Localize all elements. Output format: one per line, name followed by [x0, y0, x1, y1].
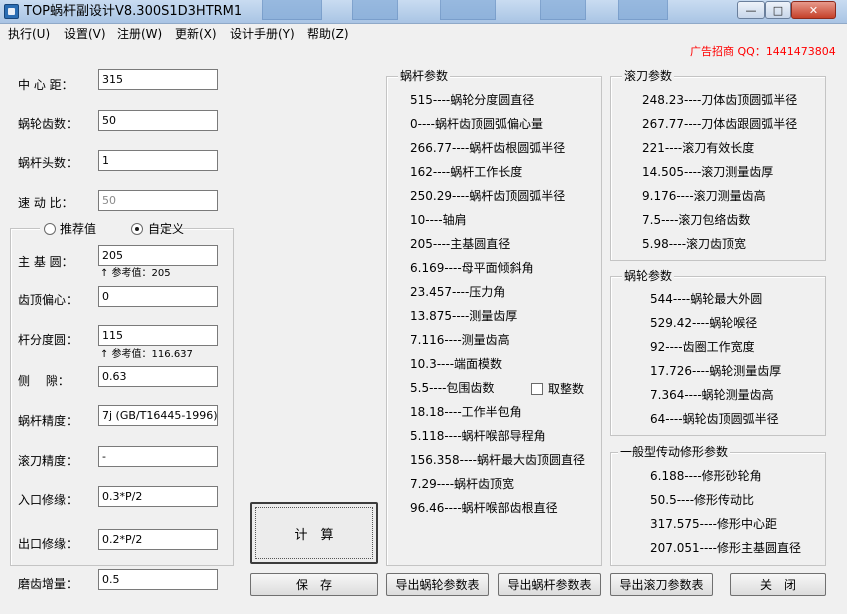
param-row: 248.23----刀体齿顶圆弧半径 — [642, 93, 798, 107]
worm-precision-label: 蜗杆精度： — [18, 414, 79, 428]
param-row: 205----主基圆直径 — [410, 237, 511, 251]
pitch-circle-label: 杆分度圆： — [18, 333, 79, 347]
param-row: 221----滚刀有效长度 — [642, 141, 755, 155]
close-button[interactable]: 关 闭 — [730, 573, 826, 596]
param-row: 9.176----滚刀测量齿高 — [642, 189, 766, 203]
hob-precision-input[interactable]: - — [98, 446, 218, 467]
taskbar-preview-icon — [440, 0, 496, 20]
param-row: 6.188----修形砂轮角 — [650, 469, 762, 483]
param-row: 64----蜗轮齿顶圆弧半径 — [650, 412, 779, 426]
worm-wheel-teeth-label: 蜗轮齿数： — [18, 117, 79, 131]
param-row: 17.726----蜗轮测量齿厚 — [650, 364, 782, 378]
grind-allowance-label: 磨齿增量： — [18, 577, 79, 591]
window-title: TOP蜗杆副设计V8.300S1D3HTRM1 — [24, 4, 243, 19]
minimize-button[interactable]: — — [737, 1, 765, 19]
param-row: 317.575----修形中心距 — [650, 517, 777, 531]
wheel-params-title: 蜗轮参数 — [622, 269, 675, 283]
menu-execute[interactable]: 执行(U) — [8, 26, 50, 42]
param-row: 7.364----蜗轮测量齿高 — [650, 388, 774, 402]
maximize-button[interactable]: □ — [765, 1, 791, 19]
center-distance-label: 中 心 距： — [18, 78, 74, 92]
menu-settings[interactable]: 设置(V) — [64, 26, 106, 42]
param-row: 7.29----蜗杆齿顶宽 — [410, 477, 515, 491]
param-row: 6.169----母平面倾斜角 — [410, 261, 534, 275]
param-row: 10.3----端面模数 — [410, 357, 503, 371]
param-row: 207.051----修形主基圆直径 — [650, 541, 801, 555]
param-row: 14.505----滚刀测量齿厚 — [642, 165, 774, 179]
worm-params-title: 蜗杆参数 — [398, 69, 451, 83]
param-row: 515----蜗轮分度圆直径 — [410, 93, 535, 107]
param-row: 267.77----刀体齿跟圆弧半径 — [642, 117, 798, 131]
pitch-circle-reference: ↑ 参考值：116.637 — [100, 349, 193, 360]
param-row: 50.5----修形传动比 — [650, 493, 755, 507]
entry-mod-input[interactable]: 0.3*P/2 — [98, 486, 218, 507]
recommended-label[interactable]: 推荐值 — [60, 221, 96, 237]
param-row: 529.42----蜗轮喉径 — [650, 316, 758, 330]
menu-design-manual[interactable]: 设计手册(Y) — [230, 26, 295, 42]
entry-mod-label: 入口修缘： — [18, 493, 79, 507]
param-row: 5.118----蜗杆喉部导程角 — [410, 429, 546, 443]
param-row: 5.5----包围齿数 — [410, 381, 495, 395]
center-distance-input[interactable]: 315 — [98, 69, 218, 90]
param-row: 23.457----压力角 — [410, 285, 506, 299]
worm-precision-input[interactable]: 7j (GB/T16445-1996) — [98, 405, 218, 426]
param-row: 96.46----蜗杆喉部齿根直径 — [410, 501, 558, 515]
speed-ratio-label: 速 动 比： — [18, 196, 74, 210]
flank-gap-input[interactable]: 0.63 — [98, 366, 218, 387]
speed-ratio-input: 50 — [98, 190, 218, 211]
app-icon — [4, 4, 19, 19]
worm-starts-input[interactable]: 1 — [98, 150, 218, 171]
export-hob-button[interactable]: 导出滚刀参数表 — [610, 573, 713, 596]
flank-gap-label: 侧 隙： — [18, 374, 70, 388]
pitch-circle-input[interactable]: 115 — [98, 325, 218, 346]
worm-starts-label: 蜗杆头数： — [18, 156, 79, 170]
param-row: 544----蜗轮最大外圆 — [650, 292, 763, 306]
grind-allowance-input[interactable]: 0.5 — [98, 569, 218, 590]
custom-label[interactable]: 自定义 — [148, 221, 184, 237]
recommended-radio[interactable] — [44, 223, 56, 235]
param-row: 10----轴肩 — [410, 213, 467, 227]
round-teeth-checkbox[interactable] — [531, 383, 543, 395]
param-row: 0----蜗杆齿顶圆弧偏心量 — [410, 117, 543, 131]
param-row: 5.98----滚刀齿顶宽 — [642, 237, 747, 251]
taskbar-preview-icon — [352, 0, 398, 20]
param-row: 250.29----蜗杆齿顶圆弧半径 — [410, 189, 566, 203]
taskbar-preview-icon — [618, 0, 668, 20]
export-worm-button[interactable]: 导出蜗杆参数表 — [498, 573, 601, 596]
export-wheel-button[interactable]: 导出蜗轮参数表 — [386, 573, 489, 596]
param-row: 7.116----测量齿高 — [410, 333, 510, 347]
calculate-button[interactable]: 计 算 — [250, 502, 378, 564]
hob-params-title: 滚刀参数 — [622, 69, 675, 83]
param-row: 162----蜗杆工作长度 — [410, 165, 523, 179]
param-row: 266.77----蜗杆齿根圆弧半径 — [410, 141, 566, 155]
save-button[interactable]: 保 存 — [250, 573, 378, 596]
param-row: 18.18----工作半包角 — [410, 405, 522, 419]
menu-help[interactable]: 帮助(Z) — [307, 26, 349, 42]
worm-wheel-teeth-input[interactable]: 50 — [98, 110, 218, 131]
tip-offset-label: 齿顶偏心： — [18, 293, 79, 307]
menu-update[interactable]: 更新(X) — [175, 26, 217, 42]
exit-mod-label: 出口修缘： — [18, 537, 79, 551]
param-row: 7.5----滚刀包络齿数 — [642, 213, 751, 227]
param-row: 13.875----测量齿厚 — [410, 309, 518, 323]
general-params-title: 一般型传动修形参数 — [618, 445, 731, 459]
hob-precision-label: 滚刀精度： — [18, 454, 79, 468]
base-circle-reference: ↑ 参考值：205 — [100, 268, 171, 279]
exit-mod-input[interactable]: 0.2*P/2 — [98, 529, 218, 550]
tip-offset-input[interactable]: 0 — [98, 286, 218, 307]
menu-register[interactable]: 注册(W) — [117, 26, 162, 42]
custom-radio[interactable] — [131, 223, 143, 235]
base-circle-label: 主 基 圆： — [18, 255, 74, 269]
round-teeth-label[interactable]: 取整数 — [548, 381, 584, 397]
param-row: 156.358----蜗杆最大齿顶圆直径 — [410, 453, 585, 467]
taskbar-preview-icon — [540, 0, 586, 20]
close-window-button[interactable]: ✕ — [791, 1, 836, 19]
param-row: 92----齿圈工作宽度 — [650, 340, 755, 354]
taskbar-preview-icon — [262, 0, 322, 20]
base-circle-input[interactable]: 205 — [98, 245, 218, 266]
ad-banner: 广告招商 QQ：1441473804 — [690, 45, 836, 58]
